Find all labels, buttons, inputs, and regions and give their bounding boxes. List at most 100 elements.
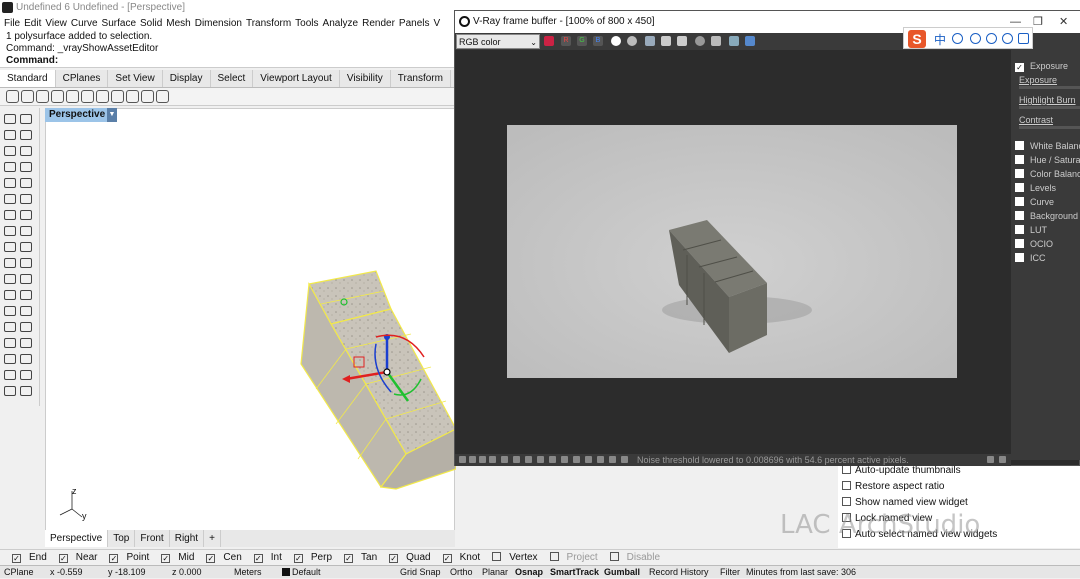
units-label[interactable]: Meters bbox=[234, 566, 262, 579]
blue-channel-button[interactable]: B bbox=[593, 36, 603, 46]
modeling-tool-icon[interactable] bbox=[4, 178, 16, 188]
link-icon[interactable] bbox=[609, 456, 616, 463]
correction-layer[interactable]: Background bbox=[1015, 210, 1078, 222]
correction-layer[interactable]: LUT bbox=[1015, 224, 1047, 236]
toolbar-tab[interactable]: Standard bbox=[0, 70, 56, 87]
osnap-checkbox[interactable]: ✓ bbox=[389, 554, 399, 563]
emoji-icon[interactable] bbox=[970, 33, 981, 44]
channel-select[interactable]: RGB color ⌄ bbox=[456, 34, 540, 49]
osnap-checkbox[interactable]: ✓ bbox=[161, 554, 171, 563]
modeling-tool-icon[interactable] bbox=[20, 146, 32, 156]
osnap-option[interactable]: ✓ Cen bbox=[200, 552, 242, 563]
modeling-tool-icon[interactable] bbox=[20, 194, 32, 204]
grid-snap-toggle[interactable]: Grid Snap bbox=[400, 566, 441, 579]
layer-checkbox[interactable] bbox=[1015, 197, 1024, 206]
osnap-toggle[interactable]: Osnap bbox=[515, 567, 543, 577]
clear-image-icon[interactable] bbox=[677, 36, 687, 46]
named-view-option[interactable]: Restore aspect ratio bbox=[838, 479, 1080, 495]
toolbar-tab[interactable]: Set View bbox=[108, 70, 163, 87]
menu-item[interactable]: Edit bbox=[24, 18, 41, 29]
alpha-channel-icon[interactable] bbox=[611, 36, 621, 46]
osnap-option[interactable]: ✓ Point bbox=[103, 552, 149, 563]
toolbar-tool-icon[interactable] bbox=[21, 90, 34, 103]
correction-layer[interactable]: Hue / Saturation bbox=[1015, 154, 1080, 166]
modeling-tool-icon[interactable] bbox=[20, 306, 32, 316]
layer-checkbox[interactable] bbox=[1015, 253, 1024, 262]
cplane-label[interactable]: CPlane bbox=[4, 566, 34, 579]
modeling-tool-icon[interactable] bbox=[4, 306, 16, 316]
modeling-tool-icon[interactable] bbox=[4, 290, 16, 300]
toolbar-tab[interactable]: Transform bbox=[391, 70, 451, 87]
correction-layer[interactable]: White Balance bbox=[1015, 140, 1080, 152]
add-view-tab-icon[interactable]: + bbox=[204, 530, 221, 547]
osnap-option[interactable]: ✓ Mid bbox=[155, 552, 194, 563]
history-icon[interactable] bbox=[459, 456, 466, 463]
icc-icon[interactable] bbox=[549, 456, 556, 463]
toolbar-tool-icon[interactable] bbox=[111, 90, 124, 103]
osnap-checkbox[interactable]: ✓ bbox=[12, 554, 21, 563]
region-render-icon[interactable] bbox=[695, 36, 705, 46]
osnap-option[interactable]: Disable bbox=[604, 552, 660, 563]
menu-item[interactable]: Panels bbox=[399, 18, 430, 29]
ortho-toggle[interactable]: Ortho bbox=[450, 566, 473, 579]
lut-icon[interactable] bbox=[525, 456, 532, 463]
menu-item[interactable]: Render bbox=[362, 18, 395, 29]
menu-item[interactable]: Analyze bbox=[323, 18, 359, 29]
osnap-checkbox[interactable]: ✓ bbox=[344, 554, 354, 563]
pen-icon[interactable] bbox=[986, 33, 997, 44]
expand-icon[interactable] bbox=[999, 456, 1006, 463]
modeling-tool-icon[interactable] bbox=[4, 146, 16, 156]
command-prompt[interactable]: Command: bbox=[0, 55, 460, 67]
toolbar-tool-icon[interactable] bbox=[141, 90, 154, 103]
osnap-checkbox[interactable] bbox=[549, 552, 559, 561]
modeling-tool-icon[interactable] bbox=[4, 338, 16, 348]
correction-layer[interactable]: ICC bbox=[1015, 252, 1046, 264]
option-checkbox[interactable] bbox=[842, 497, 851, 506]
modeling-tool-icon[interactable] bbox=[4, 210, 16, 220]
sync-icon[interactable] bbox=[585, 456, 592, 463]
modeling-tool-icon[interactable] bbox=[20, 114, 32, 124]
toolbar-tab[interactable]: CPlanes bbox=[56, 70, 109, 87]
menu-item[interactable]: Tools bbox=[295, 18, 318, 29]
gumball-toggle[interactable]: Gumball bbox=[604, 567, 640, 577]
mono-channel-icon[interactable] bbox=[627, 36, 637, 46]
restore-icon[interactable]: ❐ bbox=[1033, 11, 1043, 33]
modeling-tool-icon[interactable] bbox=[20, 322, 32, 332]
modeling-tool-icon[interactable] bbox=[4, 242, 16, 252]
layer-checkbox[interactable] bbox=[1015, 169, 1024, 178]
modeling-tool-icon[interactable] bbox=[20, 290, 32, 300]
option-checkbox[interactable] bbox=[842, 465, 851, 474]
stop-render-icon[interactable] bbox=[745, 36, 755, 46]
toolbar-tab[interactable]: Visibility bbox=[340, 70, 391, 87]
osnap-option[interactable]: ✓ Tan bbox=[338, 552, 377, 563]
toolbar-tool-icon[interactable] bbox=[81, 90, 94, 103]
osnap-checkbox[interactable]: ✓ bbox=[293, 554, 303, 563]
osnap-checkbox[interactable]: ✓ bbox=[442, 554, 452, 563]
close-status-icon[interactable] bbox=[621, 456, 628, 463]
modeling-tool-icon[interactable] bbox=[20, 258, 32, 268]
correction-slider[interactable] bbox=[1019, 106, 1080, 109]
toolbar-tool-icon[interactable] bbox=[156, 90, 169, 103]
layer-checkbox[interactable] bbox=[1015, 155, 1024, 164]
menu-item[interactable]: File bbox=[4, 18, 20, 29]
option-checkbox[interactable] bbox=[842, 481, 851, 490]
layer-checkbox[interactable] bbox=[1015, 225, 1024, 234]
modeling-tool-icon[interactable] bbox=[4, 226, 16, 236]
view-tab[interactable]: Front bbox=[135, 530, 170, 547]
osnap-option[interactable]: Vertex bbox=[486, 552, 538, 563]
menu-item[interactable]: Curve bbox=[71, 18, 98, 29]
correction-layer[interactable]: OCIO bbox=[1015, 238, 1053, 250]
zoom-icon[interactable] bbox=[501, 456, 508, 463]
osnap-checkbox[interactable] bbox=[492, 552, 502, 561]
modeling-tool-icon[interactable] bbox=[4, 322, 16, 332]
modeling-tool-icon[interactable] bbox=[4, 370, 16, 380]
exposure-checkbox[interactable]: ✓ bbox=[1015, 63, 1024, 72]
modeling-tool-icon[interactable] bbox=[4, 274, 16, 284]
perspective-viewport[interactable]: z y bbox=[45, 108, 456, 532]
modeling-tool-icon[interactable] bbox=[20, 210, 32, 220]
modeling-tool-icon[interactable] bbox=[20, 178, 32, 188]
osnap-option[interactable]: Project bbox=[544, 552, 598, 563]
osnap-option[interactable]: ✓ End bbox=[6, 552, 47, 563]
view-tab[interactable]: Top bbox=[108, 530, 136, 547]
modeling-tool-icon[interactable] bbox=[4, 194, 16, 204]
